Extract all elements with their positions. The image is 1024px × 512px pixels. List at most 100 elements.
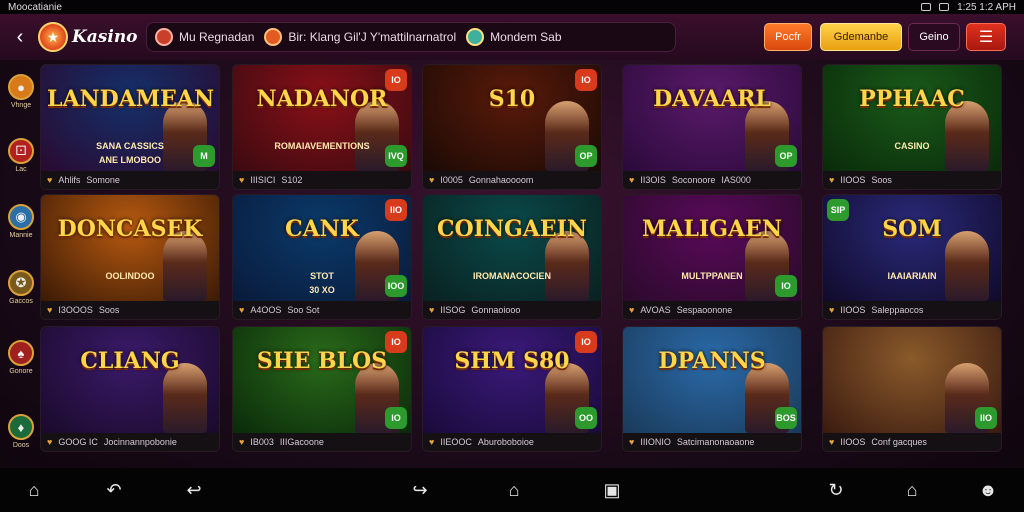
game-thumbnail: DPANNS BOS	[623, 327, 801, 433]
game-card[interactable]: SHM S80 IO OO ♥ IIEOOC Aburoboboioe	[422, 326, 602, 452]
heart-icon[interactable]: ♥	[829, 175, 834, 185]
game-meta: ♥ IISOG Gonnaoiooo	[423, 301, 601, 319]
game-card[interactable]: LANDAMEAN SANA CASSICS ANE LMOBOO M ♥ Ahlifs S…	[40, 64, 220, 190]
heart-icon[interactable]: ♥	[829, 305, 834, 315]
app-root: Moocatianie 1:25 1:2 APH ‹ ★ Kasino Mu R…	[0, 0, 1024, 512]
game-meta-text: Soconoore	[671, 175, 716, 185]
game-meta-text: IB003	[250, 437, 274, 447]
game-badge: IO	[575, 69, 597, 91]
promo-bar: Mu Regnadan Bir: Klang Gil'J Y'mattilnar…	[146, 22, 676, 52]
heart-icon[interactable]: ♥	[629, 305, 634, 315]
sidebar-item-6[interactable]: ♦ Doos	[6, 414, 36, 449]
sidebar-item-4[interactable]: ✪ Gaccos	[6, 270, 36, 305]
game-card[interactable]: DONCASEK OOLINDOO ♥ I3OOOS Soos	[40, 194, 220, 320]
game-title: PPHAAC	[859, 86, 965, 112]
game-meta-text: Saleppaocos	[871, 305, 924, 315]
sidebar-item-3[interactable]: ◉ Mannie	[6, 204, 36, 239]
game-meta-text: Sespaoonone	[676, 305, 733, 315]
heart-icon[interactable]: ♥	[429, 175, 434, 185]
game-title: MALIGAEN	[642, 216, 782, 242]
redo-icon[interactable]: ↪	[408, 478, 432, 502]
game-thumbnail: DAVAARL OP	[623, 65, 801, 171]
home-outline-icon[interactable]: ⌂	[502, 478, 526, 502]
game-meta-text: Satcimanonaoaone	[676, 437, 755, 447]
promo-pill-2[interactable]: Bir: Klang Gil'J Y'mattilnarnatrol	[264, 28, 456, 46]
game-subtitle: IROMANACOCIEN	[473, 271, 551, 281]
heart-icon[interactable]: ♥	[629, 437, 634, 447]
user-icon[interactable]: ☻	[976, 478, 1000, 502]
home-icon[interactable]: ⌂	[22, 478, 46, 502]
game-meta-text: I0005	[440, 175, 463, 185]
dice-icon: ⚀	[8, 138, 34, 164]
game-thumbnail: PPHAAC CASINO	[823, 65, 1001, 171]
game-meta-text: IIOOS	[840, 437, 866, 447]
promo-3-label: Mondem Sab	[490, 30, 562, 44]
game-card[interactable]: SHE BLOS IO IO ♥ IB003 IIIGacoone	[232, 326, 412, 452]
game-badge: IVQ	[385, 145, 407, 167]
undo-icon[interactable]: ↩	[182, 478, 206, 502]
sidebar-item-label: Mannie	[9, 232, 33, 239]
game-card[interactable]: CLIANG ♥ GOOG IC Jocinnannpobonie	[40, 326, 220, 452]
game-card[interactable]: CANK STOT 30 XO IIO IOO ♥ A4OOS Soo Sot	[232, 194, 412, 320]
game-thumbnail: SOM IAAIARIAIN SIP	[823, 195, 1001, 301]
heart-icon[interactable]: ♥	[829, 437, 834, 447]
promo-pill-1[interactable]: Mu Regnadan	[155, 28, 254, 46]
game-card[interactable]: DAVAARL OP ♥ II3OIS Soconoore IAS000	[622, 64, 802, 190]
game-card[interactable]: NADANOR ROMAIAVEMENTIONS IO IVQ ♥ IIISICI S102	[232, 64, 412, 190]
coin-icon: ●	[8, 74, 34, 100]
game-meta-text: Soo Sot	[287, 305, 320, 315]
heart-icon[interactable]: ♥	[239, 437, 244, 447]
game-card[interactable]: MALIGAEN MULTPPANEN IO ♥ AVOAS Sespaoonone	[622, 194, 802, 320]
house-icon[interactable]: ⌂	[900, 478, 924, 502]
game-card[interactable]: PPHAAC CASINO ♥ IIOOS Soos	[822, 64, 1002, 190]
game-card[interactable]: IIO ♥ IIOOS Conf gacques	[822, 326, 1002, 452]
heart-icon[interactable]: ♥	[47, 305, 52, 315]
heart-icon[interactable]: ♥	[429, 305, 434, 315]
table-icon: ♦	[8, 414, 34, 440]
game-card[interactable]: COINGAEIN IROMANACOCIEN ♥ IISOG Gonnaoiooo	[422, 194, 602, 320]
heart-icon[interactable]: ♥	[629, 175, 634, 185]
game-meta-text: II3OIS	[640, 175, 666, 185]
battery-icon	[939, 3, 950, 11]
rotate-icon[interactable]: ↻	[824, 478, 848, 502]
game-meta-text: IIIONIO	[640, 437, 671, 447]
game-meta-text: IISOG	[440, 305, 466, 315]
settings-button[interactable]: Geino	[908, 23, 960, 51]
game-meta-text: IIOOS	[840, 175, 866, 185]
game-title: LANDAMEAN	[47, 86, 215, 112]
sidebar-item-5[interactable]: ♠ Gonore	[6, 340, 36, 375]
status-time: 1:25 1:2 APH	[957, 1, 1016, 13]
game-card[interactable]: S10 IO OP ♥ I0005 Gonnahaoooom	[422, 64, 602, 190]
login-button[interactable]: Pocfr	[764, 23, 812, 51]
promo-pill-3[interactable]: Mondem Sab	[466, 28, 562, 46]
logo-icon: ★	[38, 22, 68, 52]
hamburger-icon[interactable]: ☰	[966, 23, 1006, 51]
game-title: SHE BLOS	[256, 348, 388, 374]
chevron-left-icon[interactable]: ‹	[6, 26, 34, 49]
game-meta-text: Soos	[871, 175, 892, 185]
heart-icon[interactable]: ♥	[239, 305, 244, 315]
logo[interactable]: ★ Kasino	[38, 22, 138, 52]
heart-icon[interactable]: ♥	[239, 175, 244, 185]
game-meta: ♥ IIEOOC Aburoboboioe	[423, 433, 601, 451]
back-icon[interactable]: ↶	[102, 478, 126, 502]
game-badge: IO	[385, 69, 407, 91]
game-card[interactable]: SOM IAAIARIAIN SIP ♥ IIOOS Saleppaocos	[822, 194, 1002, 320]
promo-2-icon	[264, 28, 283, 46]
recents-icon[interactable]: ▣	[600, 478, 624, 502]
sidebar-item-1[interactable]: ● Vhnge	[6, 74, 36, 109]
heart-icon[interactable]: ♥	[429, 437, 434, 447]
game-badge: IIO	[975, 407, 997, 429]
heart-icon[interactable]: ♥	[47, 437, 52, 447]
game-thumbnail: IIO	[823, 327, 1001, 433]
game-card[interactable]: DPANNS BOS ♥ IIIONIO Satcimanonaoaone	[622, 326, 802, 452]
game-meta: ♥ I0005 Gonnahaoooom	[423, 171, 601, 189]
game-meta: ♥ IIISICI S102	[233, 171, 411, 189]
sidebar-item-2[interactable]: ⚀ Lac	[6, 138, 36, 173]
game-badge: M	[193, 145, 215, 167]
cards-icon: ♠	[8, 340, 34, 366]
heart-icon[interactable]: ♥	[47, 175, 52, 185]
app-header: ‹ ★ Kasino Mu Regnadan Bir: Klang Gil'J …	[0, 14, 1024, 60]
register-button[interactable]: Gdemanbe	[820, 23, 902, 51]
game-title: CANK	[285, 216, 359, 242]
